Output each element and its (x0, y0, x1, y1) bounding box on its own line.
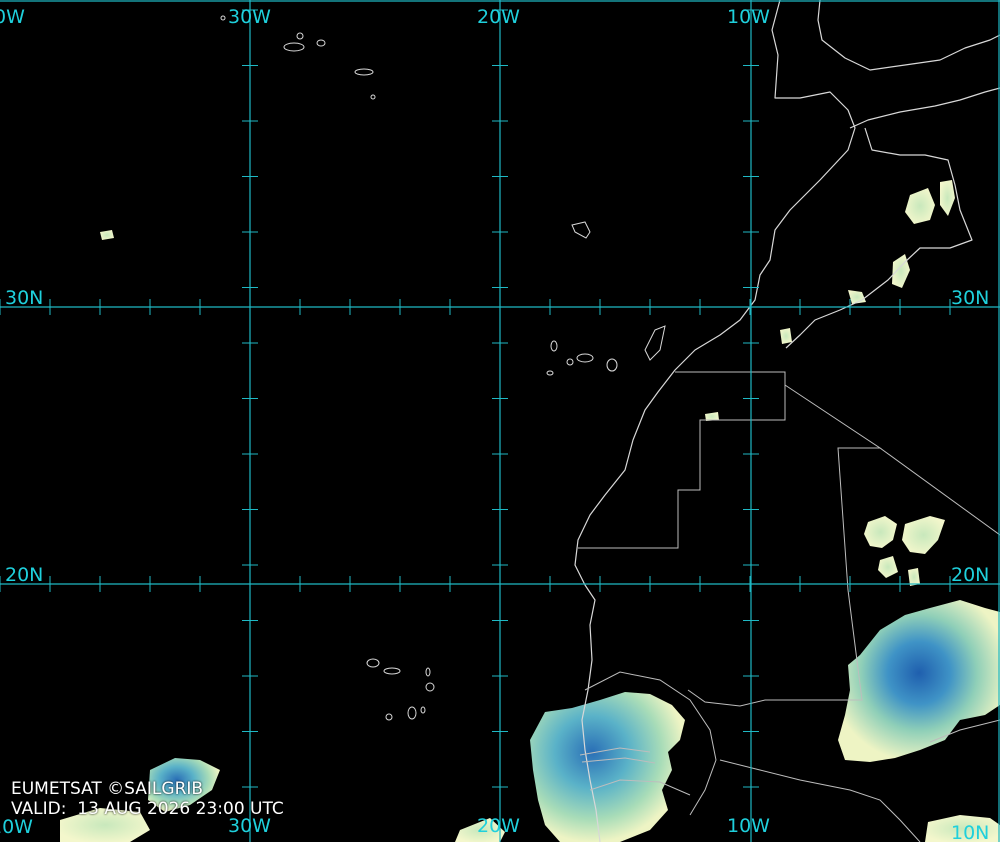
lon-label-bottom-2: 20W (477, 815, 520, 837)
lon-label-bottom-3: 10W (727, 815, 770, 837)
island-cv-fogo (385, 713, 393, 721)
island-cv-sao-nicolau (383, 667, 401, 675)
lat-label-left-1: 20N (5, 564, 44, 586)
island-madeira (354, 68, 374, 76)
island-cv-santiago (407, 706, 417, 720)
island-cv-santo-antao (366, 658, 380, 668)
cloud-patch-small-1 (780, 328, 792, 344)
coast-algeria (785, 127, 973, 349)
credit-text: EUMETSAT ©SAILGRIB (11, 779, 204, 799)
coast-mediterranean (849, 87, 1000, 129)
coast-iberia (817, 0, 1000, 71)
lat-label-bottom-right: 10N (951, 822, 990, 842)
cloud-layer (60, 180, 1000, 842)
cloud-patch-sahara-2 (902, 516, 945, 554)
island-cv-maio (420, 706, 426, 714)
cloud-mass-senegal (530, 692, 685, 842)
border-mauritania-mali (687, 384, 882, 707)
lon-label-bottom-1: 30W (228, 815, 271, 837)
cloud-patch-algeria (905, 188, 935, 224)
lon-label-bottom-0: 10W (0, 816, 33, 838)
cloud-patch-sahara (864, 516, 897, 548)
cloud-patch-azores (100, 230, 114, 240)
islands (220, 15, 666, 721)
valid-time-line: VALID: 13 AUG 2026 23:00 UTC (11, 800, 284, 818)
cloud-mass-mali (838, 600, 1000, 762)
map-canvas (0, 0, 1000, 842)
island-azores-3 (296, 32, 304, 40)
island-hierro (546, 370, 554, 376)
lon-label-top-1: 30W (228, 6, 271, 28)
island-la-palma (550, 340, 558, 352)
cloud-patch-sahara-4 (908, 568, 920, 586)
lon-label-top-2: 20W (477, 6, 520, 28)
cloud-patch-sahara-3 (878, 556, 898, 578)
lat-label-right-1: 20N (951, 564, 990, 586)
satellite-map: 0W 30W 20W 10W 30N 20N 30N 20N 10W 30W 2… (0, 0, 1000, 842)
lat-label-left-0: 30N (5, 287, 44, 309)
island-azores-1 (283, 42, 305, 52)
island-azores-4 (220, 15, 226, 21)
island-porto-santo (370, 94, 376, 100)
island-lanzarote (644, 325, 666, 361)
cloud-patch-algeria-2 (940, 180, 955, 216)
island-cv-sal (425, 667, 431, 677)
lon-label-top-3: 10W (727, 6, 770, 28)
island-cv-boa-vista (425, 682, 435, 692)
lat-label-right-0: 30N (951, 287, 990, 309)
island-azores-2 (316, 39, 326, 47)
lon-label-top-0: 0W (0, 6, 25, 28)
valid-time: 13 AUG 2026 23:00 UTC (77, 799, 284, 819)
valid-label: VALID: (11, 799, 67, 819)
graticule-ticks (0, 9, 951, 788)
island-gomera (566, 358, 574, 366)
island-tenerife (576, 353, 594, 363)
island-gran-canaria (606, 358, 618, 372)
island-selvagens (571, 221, 591, 239)
